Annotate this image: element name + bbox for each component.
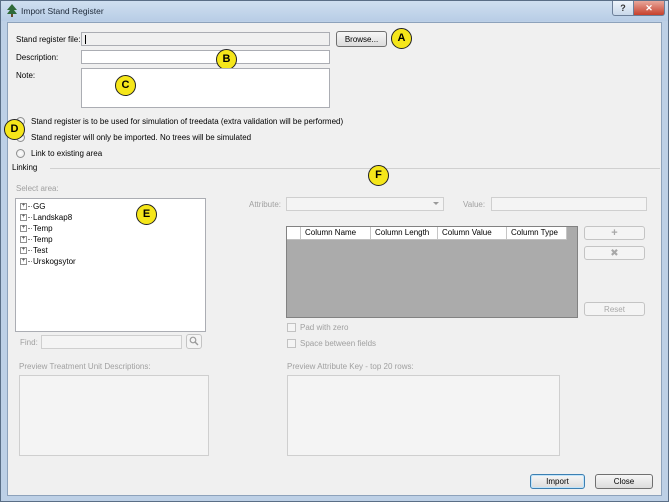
column-header-name[interactable]: Column Name — [301, 227, 371, 239]
help-button[interactable]: ? — [612, 1, 634, 16]
remove-row-button[interactable]: ✖ — [584, 246, 645, 260]
linking-group-title: Linking — [12, 163, 38, 172]
preview-attribute-box[interactable] — [287, 375, 560, 456]
column-header-length[interactable]: Column Length — [371, 227, 438, 239]
radio-link-existing-area[interactable] — [16, 149, 25, 158]
find-label: Find: — [20, 338, 38, 347]
dialog-client-area: Stand register file: Browse... A Descrip… — [4, 22, 662, 496]
magnifier-icon — [189, 336, 199, 345]
close-button[interactable]: Close — [595, 474, 653, 489]
callout-a: A — [391, 28, 412, 49]
column-grid-header: Column Name Column Length Column Value C… — [287, 227, 567, 240]
radio-link-existing-area-label: Link to existing area — [31, 149, 103, 158]
tree-item-temp-1[interactable]: + Temp — [20, 224, 53, 235]
callout-f: F — [368, 165, 389, 186]
import-stand-register-window: Import Stand Register ? ✕ Stand register… — [0, 0, 669, 502]
title-bar[interactable]: Import Stand Register ? ✕ — [1, 1, 668, 21]
select-area-label: Select area: — [16, 184, 59, 193]
callout-e: E — [136, 204, 157, 225]
find-input[interactable] — [41, 335, 182, 349]
area-tree-view[interactable]: + GG + Landskap8 + Temp + Temp + Test + Urskog… — [15, 198, 206, 332]
callout-c: C — [115, 75, 136, 96]
description-input[interactable] — [81, 50, 330, 64]
description-label: Description: — [16, 53, 59, 62]
preview-treatment-box[interactable] — [19, 375, 209, 456]
chevron-down-icon — [433, 202, 439, 205]
tree-item-gg[interactable]: + GG — [20, 202, 45, 213]
value-input[interactable] — [491, 197, 647, 211]
space-between-fields-checkbox[interactable] — [287, 339, 296, 348]
column-header-type[interactable]: Column Type — [507, 227, 567, 239]
delete-x-icon: ✖ — [610, 247, 619, 259]
note-label: Note: — [16, 71, 36, 80]
stand-register-file-field[interactable] — [81, 32, 330, 46]
tree-item-landskap8[interactable]: + Landskap8 — [20, 213, 72, 224]
reset-button[interactable]: Reset — [584, 302, 645, 316]
preview-treatment-label: Preview Treatment Unit Descriptions: — [19, 362, 151, 371]
value-label: Value: — [463, 200, 486, 209]
attribute-label: Attribute: — [249, 200, 282, 209]
add-row-button[interactable]: + — [584, 226, 645, 240]
tree-item-urskogsytor[interactable]: + Urskogsytor — [20, 257, 76, 268]
linking-separator — [50, 168, 660, 169]
plus-icon: + — [611, 226, 618, 239]
tree-item-test[interactable]: + Test — [20, 246, 48, 257]
radio-simulate-treedata-label: Stand register is to be used for simulat… — [31, 117, 344, 126]
radio-import-only-label: Stand register will only be imported. No… — [31, 133, 252, 142]
preview-attribute-label: Preview Attribute Key - top 20 rows: — [287, 362, 414, 371]
find-button[interactable] — [186, 334, 202, 349]
space-between-fields-label: Space between fields — [300, 339, 377, 348]
callout-d: D — [4, 119, 25, 140]
window-close-button[interactable]: ✕ — [633, 1, 665, 16]
tree-app-icon — [7, 4, 17, 17]
callout-b: B — [216, 49, 237, 70]
stand-register-label: Stand register file: — [16, 35, 81, 44]
text-cursor — [85, 35, 86, 44]
row-header-corner — [287, 227, 301, 239]
pad-with-zero-checkbox[interactable] — [287, 323, 296, 332]
tree-item-temp-2[interactable]: + Temp — [20, 235, 53, 246]
import-button[interactable]: Import — [530, 474, 585, 489]
browse-button[interactable]: Browse... — [336, 31, 387, 47]
column-header-value[interactable]: Column Value — [438, 227, 507, 239]
column-grid[interactable]: Column Name Column Length Column Value C… — [286, 226, 578, 318]
window-title: Import Stand Register — [21, 6, 104, 16]
pad-with-zero-label: Pad with zero — [300, 323, 349, 332]
attribute-dropdown[interactable] — [286, 197, 444, 211]
